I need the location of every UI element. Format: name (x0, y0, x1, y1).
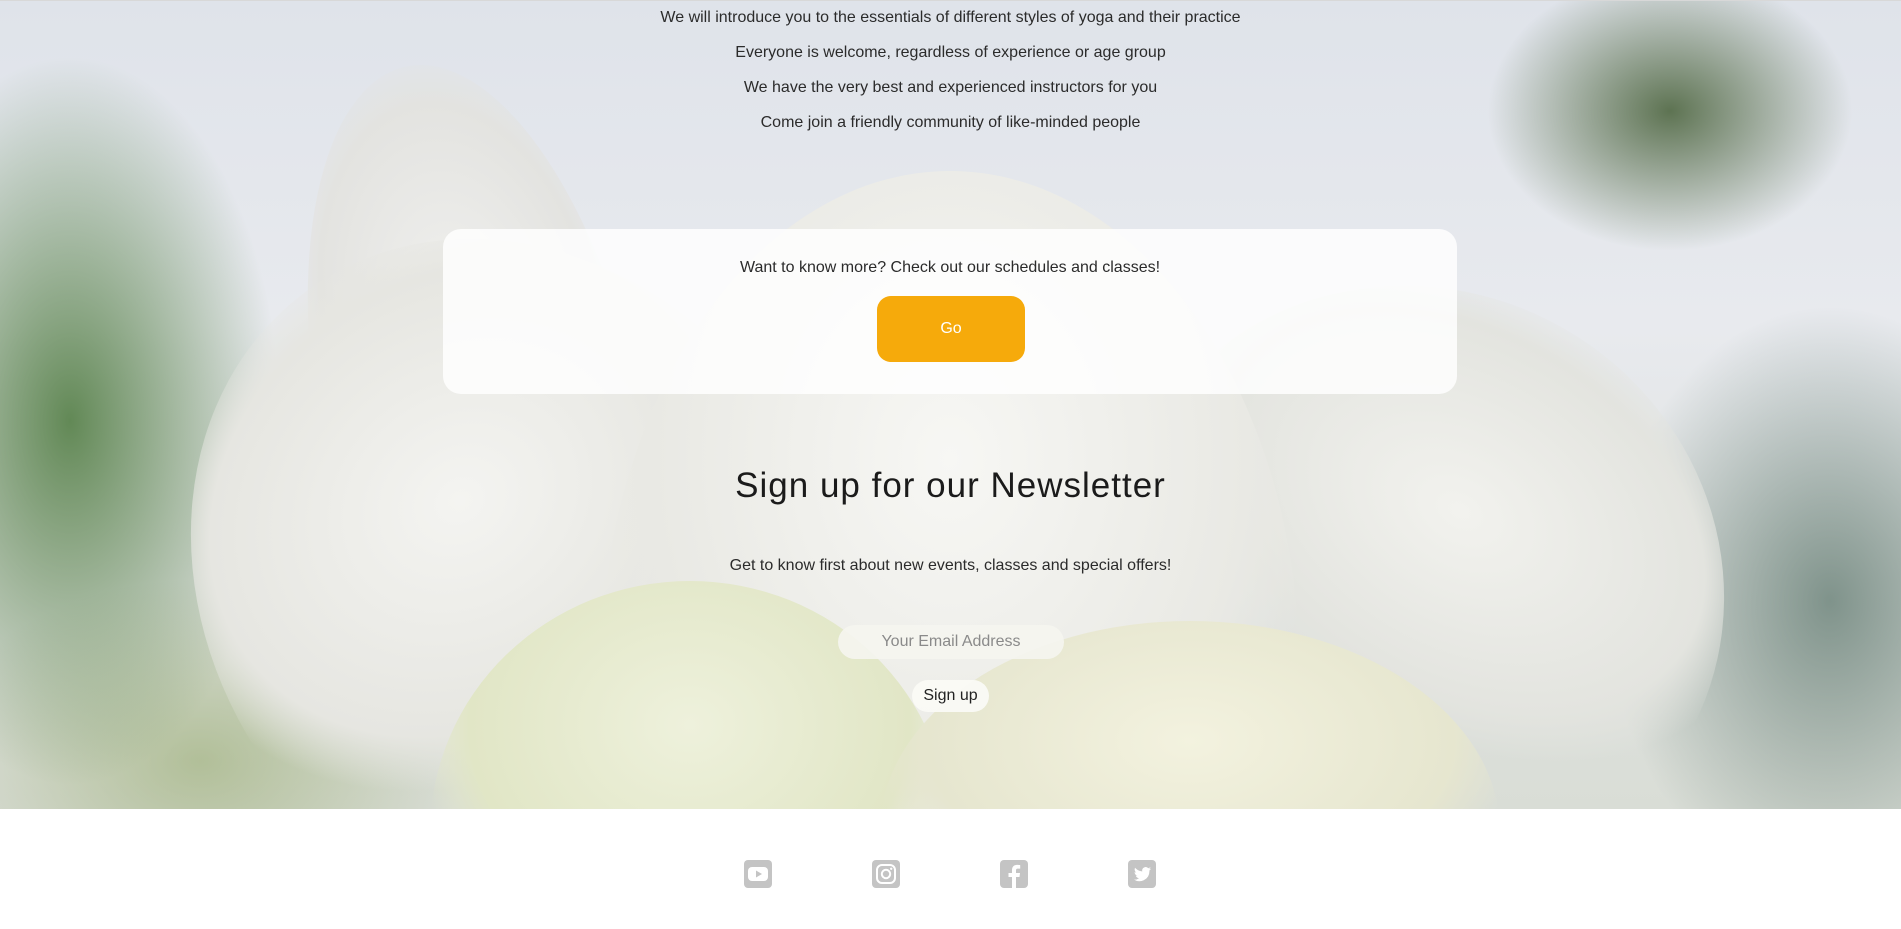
cta-text: Want to know more? Check out our schedul… (739, 259, 1161, 276)
twitter-icon[interactable] (1128, 860, 1156, 888)
intro-line: We will introduce you to the essentials … (660, 9, 1241, 26)
go-button[interactable]: Go (877, 296, 1025, 362)
footer (0, 809, 1901, 929)
cta-card: Want to know more? Check out our schedul… (443, 229, 1457, 394)
email-field[interactable] (838, 625, 1064, 659)
instagram-icon[interactable] (872, 860, 900, 888)
youtube-icon[interactable] (744, 860, 772, 888)
newsletter-title: Sign up for our Newsletter (735, 466, 1166, 505)
newsletter-subtitle: Get to know first about new events, clas… (729, 557, 1172, 574)
facebook-icon[interactable] (1000, 860, 1028, 888)
intro-line: Come join a friendly community of like-m… (760, 114, 1141, 131)
intro-line: Everyone is welcome, regardless of exper… (735, 44, 1166, 61)
signup-button[interactable]: Sign up (912, 680, 989, 712)
intro-line: We have the very best and experienced in… (743, 79, 1158, 96)
